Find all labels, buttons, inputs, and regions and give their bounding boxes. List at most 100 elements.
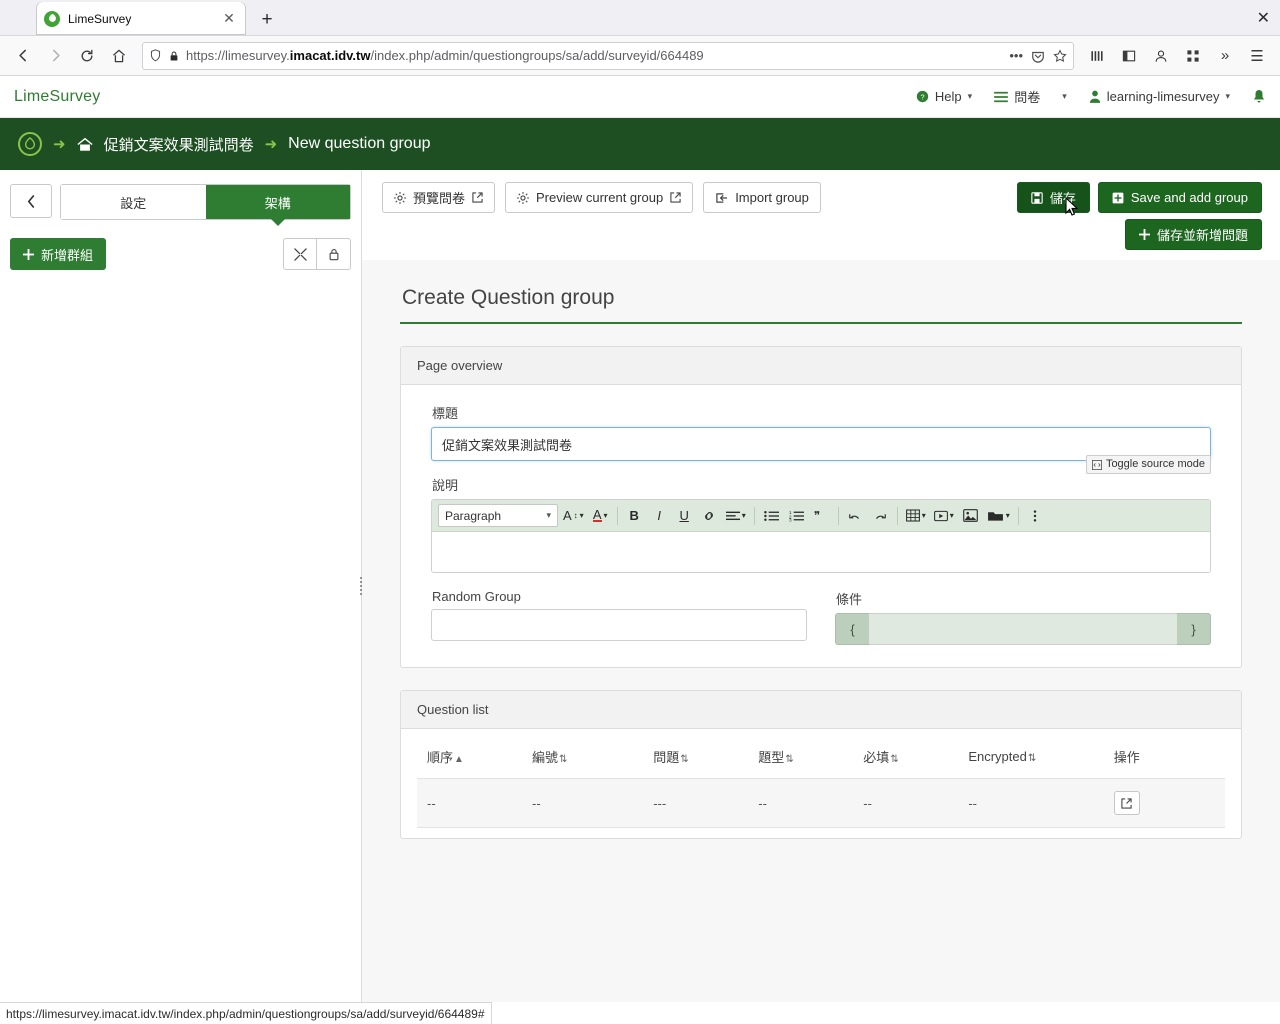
table-icon[interactable]: ▾ — [903, 504, 929, 527]
add-group-label: 新增群組 — [41, 247, 94, 263]
sort-icon-mandatory: ⇅ — [890, 754, 899, 765]
save-and-add-group-button[interactable]: Save and add group — [1097, 182, 1262, 213]
overflow-icon[interactable]: » — [1210, 41, 1240, 71]
url-text[interactable]: https://limesurvey.imacat.idv.tw/index.p… — [186, 48, 1003, 63]
app-brand[interactable]: LimeSurvey — [14, 88, 100, 106]
random-group-input[interactable] — [431, 609, 807, 641]
column-mandatory[interactable]: 必填⇅ — [853, 735, 959, 779]
user-menu[interactable]: learning-limesurvey ▾ — [1089, 89, 1230, 104]
italic-icon[interactable]: I — [648, 504, 671, 527]
font-size-icon[interactable]: A ↕ ▾ — [560, 504, 587, 527]
grid-icon[interactable] — [1178, 41, 1208, 71]
description-editor-area[interactable] — [432, 532, 1210, 572]
breadcrumb-arrow-1: ➜ — [53, 136, 66, 153]
import-group-button[interactable]: Import group — [703, 182, 821, 213]
save-and-add-question-button[interactable]: 儲存並新增問題 — [1124, 219, 1262, 250]
account-icon[interactable] — [1146, 41, 1176, 71]
column-mandatory-label: 必填 — [863, 750, 890, 765]
column-question-label: 問題 — [653, 750, 680, 765]
description-editor-wrap: 說明 Toggle source mode Paragraph ▾ A ↕ ▾ … — [431, 455, 1211, 573]
shield-icon[interactable] — [149, 49, 162, 62]
column-type[interactable]: 題型⇅ — [748, 735, 854, 779]
undo-icon[interactable] — [844, 504, 867, 527]
question-circle-icon: ? — [916, 90, 929, 103]
surveys-menu[interactable]: 問卷 ▾ — [994, 87, 1067, 106]
breadcrumb-survey-link[interactable]: 促銷文案效果測試問卷 — [104, 134, 254, 155]
external-link-icon-row[interactable] — [1113, 791, 1140, 815]
lime-logo[interactable] — [18, 132, 42, 156]
chevron-down-icon-editor: ▾ — [546, 510, 551, 520]
code-icon — [1091, 459, 1102, 470]
page-overview-panel: Page overview 標題 說明 Toggle source mode — [400, 346, 1242, 668]
blockquote-icon[interactable]: ❞ — [810, 504, 833, 527]
bulleted-list-icon[interactable] — [760, 504, 783, 527]
tabstrip-spacer — [0, 0, 36, 35]
collapse-all-button[interactable] — [283, 238, 317, 270]
redo-icon[interactable] — [869, 504, 892, 527]
numbered-list-icon[interactable]: 123 — [785, 504, 808, 527]
breadcrumb-current: New question group — [288, 135, 431, 152]
rich-text-editor[interactable]: Paragraph ▾ A ↕ ▾ A ▾ B I U ▾ 1 2 3 ❞ ▾ … — [431, 499, 1211, 573]
back-button[interactable] — [8, 41, 38, 71]
window-close-icon[interactable]: ✕ — [1257, 8, 1270, 28]
page-actions-icon[interactable]: ••• — [1009, 48, 1023, 63]
condition-input[interactable] — [869, 613, 1177, 645]
import-icon — [715, 192, 728, 204]
library-icon[interactable] — [1082, 41, 1112, 71]
file-browser-icon[interactable]: ▾ — [984, 504, 1013, 527]
url-bar[interactable]: https://limesurvey.imacat.idv.tw/index.p… — [142, 41, 1074, 70]
reload-button[interactable] — [72, 41, 102, 71]
notifications-button[interactable] — [1252, 89, 1266, 104]
pocket-icon[interactable] — [1031, 49, 1045, 63]
menu-icon[interactable]: ☰ — [1242, 41, 1272, 71]
underline-icon[interactable]: U — [673, 504, 696, 527]
column-actions: 操作 — [1103, 735, 1225, 779]
browser-tab[interactable]: LimeSurvey ✕ — [36, 2, 246, 35]
cell-type: -- — [748, 778, 854, 828]
gear-icon — [394, 191, 406, 204]
font-color-icon[interactable]: A ▾ — [589, 504, 612, 527]
save-button[interactable]: 儲存 — [1016, 182, 1090, 216]
lock-button[interactable] — [317, 238, 351, 270]
paragraph-format-select[interactable]: Paragraph ▾ — [438, 504, 558, 527]
preview-survey-label: 預覽問卷 — [413, 191, 466, 206]
column-code-label: 編號 — [532, 750, 559, 765]
help-menu[interactable]: ? Help ▾ — [916, 89, 972, 104]
bookmark-icon[interactable] — [1053, 48, 1067, 63]
link-icon[interactable] — [698, 504, 721, 527]
toggle-source-mode-button[interactable]: Toggle source mode — [1085, 455, 1211, 474]
cell-order: -- — [417, 778, 523, 828]
sidebar-collapse-button[interactable] — [10, 184, 52, 218]
svg-text:❞: ❞ — [814, 510, 820, 522]
editor-toolbar: Paragraph ▾ A ↕ ▾ A ▾ B I U ▾ 1 2 3 ❞ ▾ … — [432, 500, 1210, 532]
column-encrypted[interactable]: Encrypted⇅ — [958, 735, 1104, 779]
home-button[interactable] — [104, 41, 134, 71]
lock-icon[interactable] — [168, 50, 180, 62]
save-icon — [1031, 191, 1043, 204]
new-tab-button[interactable]: + — [252, 5, 282, 35]
column-order[interactable]: 順序▲ — [417, 735, 523, 779]
sort-icon-order: ▲ — [454, 754, 464, 765]
sidebar-icon[interactable] — [1114, 41, 1144, 71]
image-icon[interactable] — [959, 504, 982, 527]
add-group-button[interactable]: 新增群組 — [10, 238, 107, 270]
page-overview-panel-title: Page overview — [401, 347, 1241, 385]
column-code[interactable]: 編號⇅ — [522, 735, 644, 779]
main-toolbar: 預覽問卷 Preview current group Import group … — [362, 170, 1280, 260]
media-icon[interactable]: ▾ — [931, 504, 957, 527]
column-encrypted-label: Encrypted — [968, 749, 1027, 764]
close-icon[interactable]: ✕ — [220, 10, 238, 27]
sort-icon-encrypted: ⇅ — [1027, 753, 1037, 764]
column-question[interactable]: 問題⇅ — [643, 735, 749, 779]
preview-group-button[interactable]: Preview current group — [505, 182, 694, 213]
lime-icon — [44, 10, 60, 27]
sidebar-item-structure[interactable]: 架構 — [205, 185, 350, 226]
url-path: /index.php/admin/questiongroups/sa/add/s… — [370, 48, 704, 63]
bold-icon[interactable]: B — [623, 504, 646, 527]
home-icon[interactable] — [77, 137, 93, 152]
sidebar-item-settings[interactable]: 設定 — [61, 185, 206, 219]
more-options-icon[interactable] — [1024, 504, 1047, 527]
app-topbar: LimeSurvey ? Help ▾ 問卷 ▾ learning-limesu… — [0, 76, 1280, 118]
preview-survey-button[interactable]: 預覽問卷 — [382, 182, 496, 213]
align-icon[interactable]: ▾ — [723, 504, 749, 527]
